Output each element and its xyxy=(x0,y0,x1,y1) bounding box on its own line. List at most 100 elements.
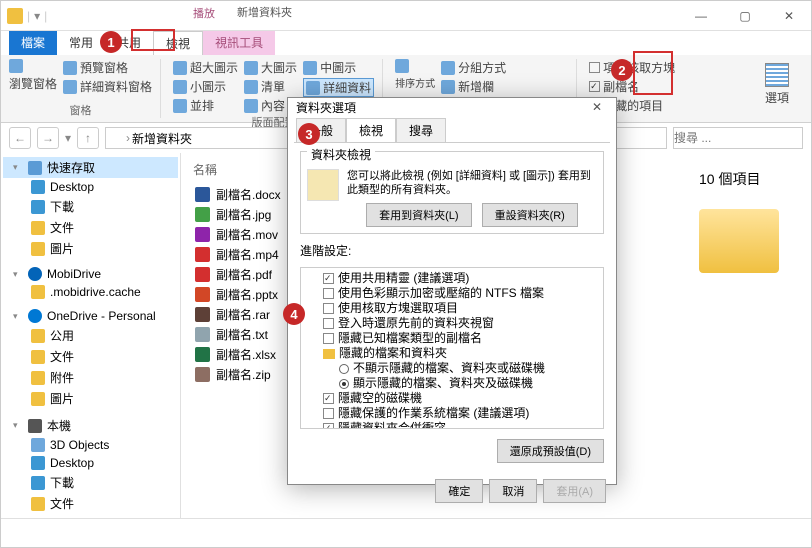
nav-thispc[interactable]: ▾本機 xyxy=(3,415,178,436)
groupby-button[interactable]: 分組方式 xyxy=(441,59,568,76)
reset-folders-button[interactable]: 重設資料夾(R) xyxy=(482,203,578,227)
qat-drop-icon[interactable]: ▾ xyxy=(34,9,40,23)
advanced-settings-list[interactable]: 使用共用精靈 (建議選項) 使用色彩顯示加密或壓縮的 NTFS 檔案 使用核取方… xyxy=(300,267,604,429)
adv-item[interactable]: 隱藏資料夾合併衝突 xyxy=(305,421,599,429)
file-row[interactable]: 副檔名.jpg xyxy=(193,205,283,224)
dialog-tab-search[interactable]: 搜尋 xyxy=(396,118,446,142)
file-row[interactable]: 副檔名.xlsx xyxy=(193,345,283,364)
adv-item[interactable]: 使用色彩顯示加密或壓縮的 NTFS 檔案 xyxy=(305,286,599,301)
maximize-button[interactable]: ▢ xyxy=(723,1,767,31)
nav-public[interactable]: 公用 xyxy=(3,325,178,346)
nav-pane-button[interactable] xyxy=(9,59,57,73)
file-row[interactable]: 副檔名.pptx xyxy=(193,285,283,304)
adv-hide-extensions[interactable]: 隱藏已知檔案類型的副檔名 xyxy=(305,331,599,346)
dialog-footer: 確定 取消 套用(A) xyxy=(288,473,616,509)
dialog-close-button[interactable]: ✕ xyxy=(586,98,608,116)
tab-view[interactable]: 檢視 xyxy=(153,31,203,55)
minimize-button[interactable]: — xyxy=(679,1,723,31)
nav-mdcache[interactable]: .mobidrive.cache xyxy=(3,283,178,301)
nav-docs2[interactable]: 文件 xyxy=(3,346,178,367)
ok-button[interactable]: 確定 xyxy=(435,479,483,503)
advanced-settings-label: 進階設定: xyxy=(300,242,604,259)
options-button[interactable]: 選項 xyxy=(757,59,797,118)
adv-radio-show[interactable]: 顯示隱藏的檔案、資料夾及磁碟機 xyxy=(305,376,599,391)
file-row[interactable]: 副檔名.mov xyxy=(193,225,283,244)
preview-icon xyxy=(63,61,77,75)
restore-defaults-button[interactable]: 還原成預設值(D) xyxy=(497,439,604,463)
nav-docs3[interactable]: 文件 xyxy=(3,493,178,514)
folder-views-group: 資料夾檢視 您可以將此檢視 (例如 [詳細資料] 或 [圖示]) 套用到此類型的… xyxy=(300,151,604,234)
file-row[interactable]: 副檔名.docx xyxy=(193,185,283,204)
adv-item[interactable]: 隱藏保護的作業系統檔案 (建議選項) xyxy=(305,406,599,421)
file-row[interactable]: 副檔名.mp4 xyxy=(193,245,283,264)
file-row[interactable]: 副檔名.zip xyxy=(193,365,283,384)
nav-documents[interactable]: 文件 xyxy=(3,217,178,238)
nav-pictures[interactable]: 圖片 xyxy=(3,238,178,259)
extensions-toggle[interactable]: 副檔名 xyxy=(589,78,675,95)
checkbox-icon xyxy=(589,62,600,73)
nav-music[interactable]: 音樂 xyxy=(3,514,178,518)
addcol-button[interactable]: 新增欄 xyxy=(441,78,568,95)
cancel-button[interactable]: 取消 xyxy=(489,479,537,503)
apply-to-folders-button[interactable]: 套用到資料夾(L) xyxy=(366,203,471,227)
dialog-tab-view[interactable]: 檢視 xyxy=(346,118,396,142)
layout-xl[interactable]: 超大圖示 xyxy=(173,59,238,76)
adv-item[interactable]: 使用核取方塊選取項目 xyxy=(305,301,599,316)
column-header-name[interactable]: 名稱 xyxy=(193,159,283,184)
document-icon xyxy=(31,221,45,235)
preview-pane-button[interactable]: 預覽窗格 xyxy=(63,59,152,76)
tab-video-tools[interactable]: 視訊工具 xyxy=(203,31,275,55)
file-row[interactable]: 副檔名.rar xyxy=(193,305,283,324)
groupby-icon xyxy=(441,61,455,75)
search-input[interactable] xyxy=(673,127,803,149)
folder-icon xyxy=(110,131,124,145)
file-icon-pdf xyxy=(195,267,210,282)
layout-tiles[interactable]: 並排 xyxy=(173,97,238,114)
status-bar xyxy=(1,518,811,540)
dialog-tabs: 一般 檢視 搜尋 xyxy=(288,116,616,142)
group-label-panes: 窗格 xyxy=(9,102,152,118)
file-row[interactable]: 副檔名.txt xyxy=(193,325,283,344)
nav-desktop[interactable]: Desktop xyxy=(3,178,178,196)
nav-downloads[interactable]: 下載 xyxy=(3,196,178,217)
nav-pics2[interactable]: 圖片 xyxy=(3,388,178,409)
pc-icon xyxy=(28,419,42,433)
m-icon xyxy=(303,61,317,75)
up-button[interactable]: ↑ xyxy=(77,127,99,149)
breadcrumb-item[interactable]: 新增資料夾 xyxy=(132,130,192,147)
adv-item[interactable]: 使用共用精靈 (建議選項) xyxy=(305,271,599,286)
adv-radio-dont-show[interactable]: 不顯示隱藏的檔案、資料夾或磁碟機 xyxy=(305,361,599,376)
list-icon xyxy=(244,80,258,94)
close-button[interactable]: ✕ xyxy=(767,1,811,31)
nav-quick-access[interactable]: ▾快速存取 xyxy=(3,157,178,178)
adv-item[interactable]: 登入時還原先前的資料夾視窗 xyxy=(305,316,599,331)
tab-file[interactable]: 檔案 xyxy=(9,31,57,55)
layout-s[interactable]: 小圖示 xyxy=(173,78,238,95)
sort-button[interactable] xyxy=(395,59,435,73)
annotation-badge-3: 3 xyxy=(298,123,320,145)
details-pane-button[interactable]: 詳細資料窗格 xyxy=(63,78,152,95)
folder-view-icon xyxy=(307,169,339,201)
nav-desk2[interactable]: Desktop xyxy=(3,454,178,472)
layout-details[interactable]: 詳細資料 xyxy=(303,78,374,97)
xl-icon xyxy=(173,61,187,75)
details-layout-icon xyxy=(306,81,320,95)
radio-icon xyxy=(339,364,349,374)
star-icon xyxy=(28,161,42,175)
nav-attach[interactable]: 附件 xyxy=(3,367,178,388)
layout-l[interactable]: 大圖示 xyxy=(244,59,297,76)
annotation-badge-4: 4 xyxy=(283,303,305,325)
apply-button[interactable]: 套用(A) xyxy=(543,479,606,503)
forward-button[interactable]: → xyxy=(37,127,59,149)
layout-m[interactable]: 中圖示 xyxy=(303,59,374,76)
adv-item[interactable]: 隱藏空的磁碟機 xyxy=(305,391,599,406)
layout-list[interactable]: 清單 xyxy=(244,78,297,95)
nav-3dobjects[interactable]: 3D Objects xyxy=(3,436,178,454)
file-row[interactable]: 副檔名.pdf xyxy=(193,265,283,284)
back-button[interactable]: ← xyxy=(9,127,31,149)
tab-home[interactable]: 常用 xyxy=(57,31,105,55)
nav-dl2[interactable]: 下載 xyxy=(3,472,178,493)
nav-onedrive[interactable]: ▾OneDrive - Personal xyxy=(3,307,178,325)
nav-mobidrive[interactable]: ▾MobiDrive xyxy=(3,265,178,283)
recent-dropdown[interactable]: ▾ xyxy=(65,131,71,145)
